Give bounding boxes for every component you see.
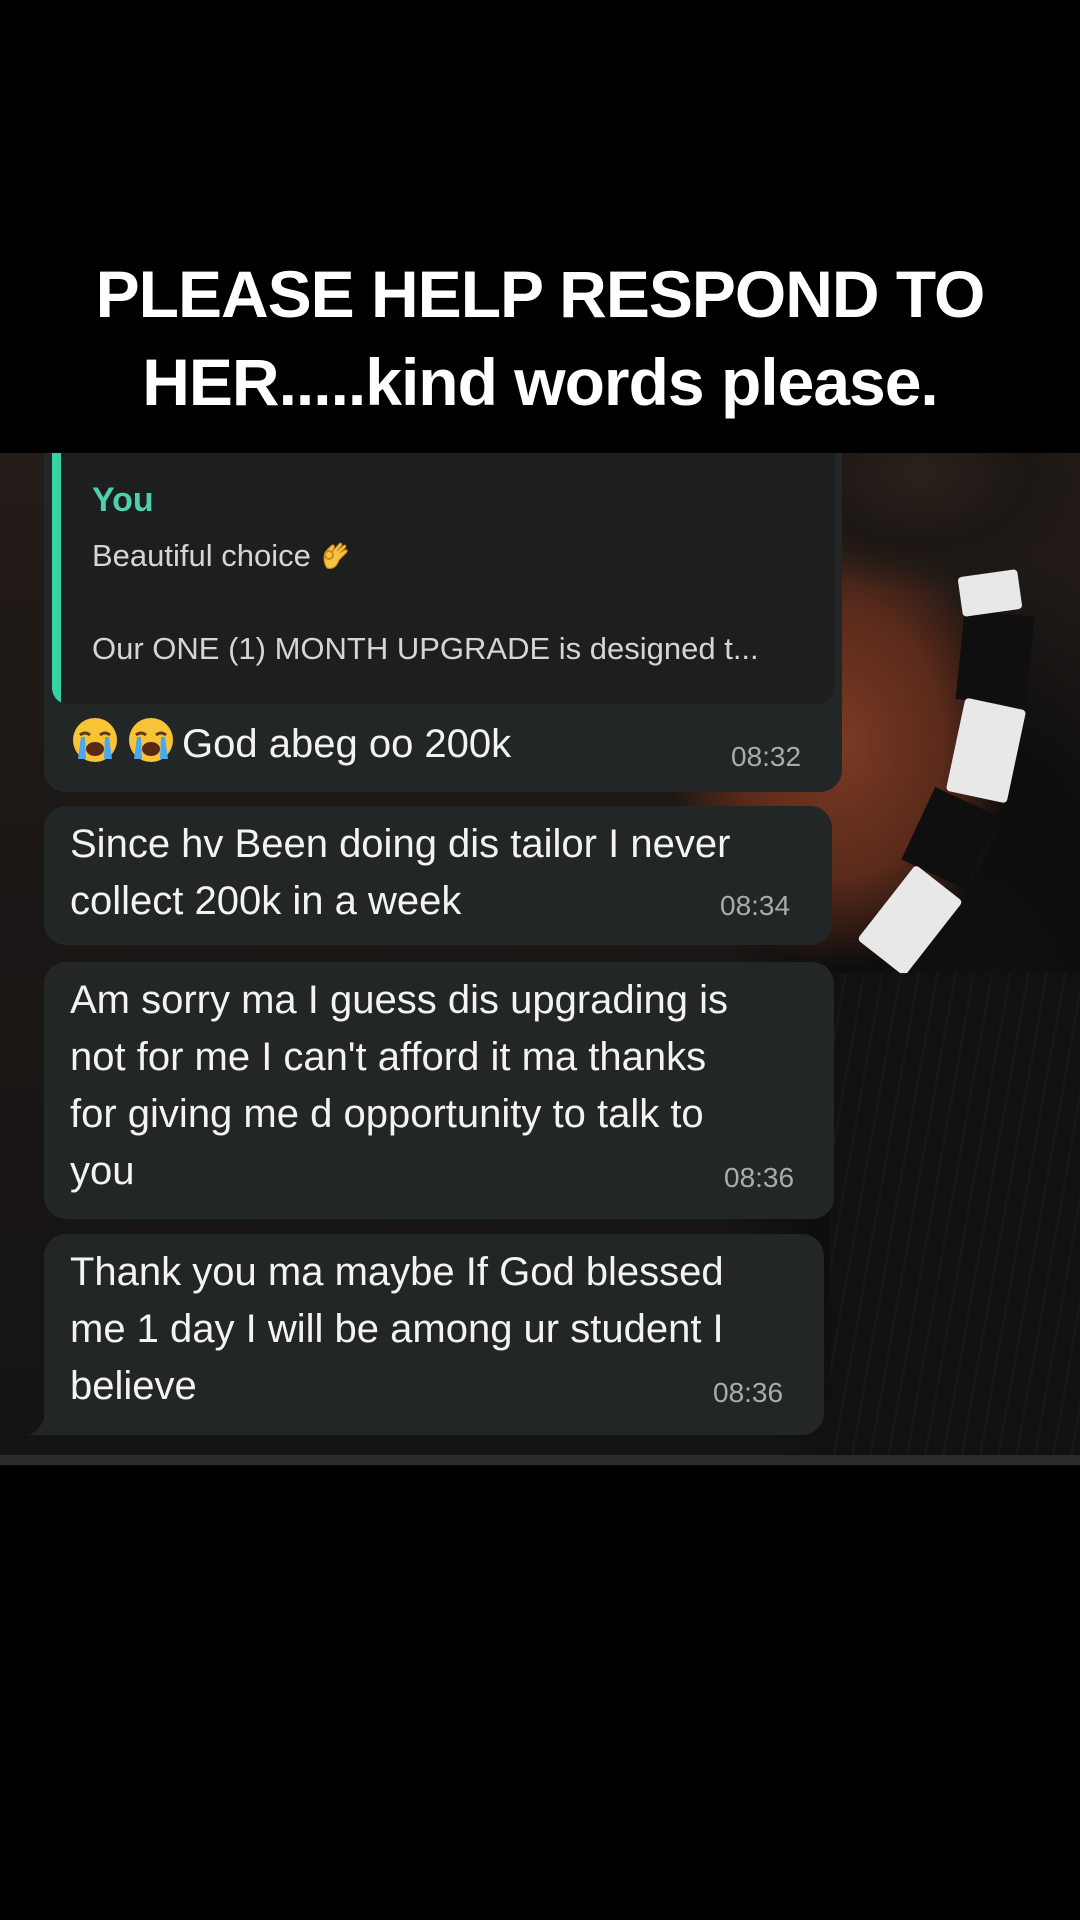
message-text-4: Thank you ma maybe If God blessed me 1 d… <box>70 1244 724 1415</box>
message-time-3: 08:36 <box>724 1162 795 1193</box>
background-fabric <box>830 973 1080 1455</box>
overlay-caption: PLEASE HELP RESPOND TO HER.....kind word… <box>40 250 1040 426</box>
bubble-tail <box>28 1411 52 1435</box>
message-2-line-2: collect 200k in a week <box>70 879 462 923</box>
screenshot-bottom-edge <box>0 1455 1080 1465</box>
message-2-line-1: Since hv Been doing dis tailor I never <box>70 822 731 866</box>
reply-line-1-text: Beautiful choice <box>92 538 311 573</box>
message-bubble-1[interactable]: You Beautiful choice Our ONE (1) MONTH U… <box>44 453 842 792</box>
message-1-text: God abeg oo 200k <box>182 722 512 766</box>
reply-text-line-1: Beautiful choice <box>92 538 351 574</box>
caption-line-2: HER.....kind words please. <box>142 345 939 419</box>
message-time-1: 08:32 <box>731 741 802 772</box>
message-4-line-2: me 1 day I will be among ur student I <box>70 1307 724 1351</box>
message-4-line-3: believe <box>70 1364 197 1408</box>
collar-stripe-light <box>957 569 1023 617</box>
message-text-1: God abeg oo 200k <box>70 715 511 773</box>
message-time-2: 08:34 <box>720 890 791 921</box>
caption-line-1: PLEASE HELP RESPOND TO <box>95 257 986 331</box>
message-bubble-4[interactable]: Thank you ma maybe If God blessed me 1 d… <box>44 1234 824 1435</box>
message-time-4: 08:36 <box>713 1377 784 1408</box>
message-3-line-1: Am sorry ma I guess dis upgrading is <box>70 978 729 1022</box>
message-text-2: Since hv Been doing dis tailor I never c… <box>70 816 730 930</box>
ok-hand-icon <box>323 542 348 569</box>
message-text-3: Am sorry ma I guess dis upgrading is not… <box>70 972 728 1200</box>
crying-face-icon <box>129 718 173 762</box>
reply-author: You <box>92 481 154 519</box>
message-3-line-2: not for me I can't afford it ma thanks <box>70 1035 707 1079</box>
message-3-line-3: for giving me d opportunity to talk to <box>70 1092 704 1136</box>
chat-screenshot: You Beautiful choice Our ONE (1) MONTH U… <box>0 453 1080 1455</box>
reply-text-line-2: Our ONE (1) MONTH UPGRADE is designed t.… <box>92 631 759 666</box>
message-4-line-1: Thank you ma maybe If God blessed <box>70 1250 724 1294</box>
crying-face-icon <box>73 718 117 762</box>
reply-quote[interactable]: You Beautiful choice Our ONE (1) MONTH U… <box>52 453 834 704</box>
message-bubble-2[interactable]: Since hv Been doing dis tailor I never c… <box>44 806 832 945</box>
collar-stripe-dark <box>955 609 1035 707</box>
message-3-line-4: you <box>70 1149 135 1193</box>
reply-accent-bar <box>52 453 61 704</box>
message-bubble-3[interactable]: Am sorry ma I guess dis upgrading is not… <box>44 962 834 1219</box>
